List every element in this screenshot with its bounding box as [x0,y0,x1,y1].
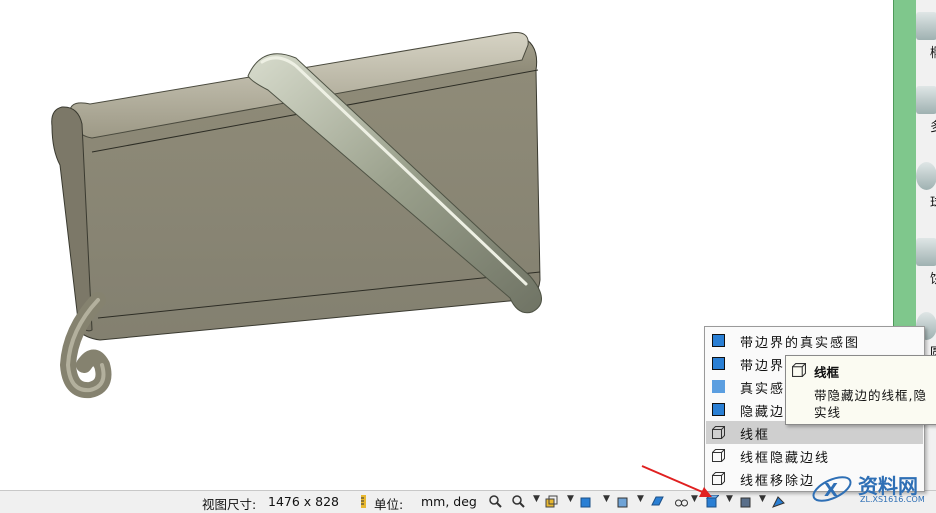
shaded-hidden-edges-icon [712,403,725,416]
watermark-logo-letter: X [824,480,838,501]
watermark-logo-icon: X [812,476,852,502]
menu-item-shaded-with-edges[interactable]: 带边界的真实感图 [706,329,923,352]
chevron-down-icon[interactable]: ▼ [567,494,574,504]
menu-item-label: 带边界的真实感图 [740,336,861,351]
section-view-icon[interactable] [616,495,629,508]
menu-item-label: 线框移除边 [740,474,816,489]
hide-show-icon[interactable] [740,495,753,508]
wireframe-icon [712,449,725,462]
wireframe-icon [712,472,725,485]
palette-item-label: 球 [930,192,936,211]
menu-item-label: 线框 [740,428,771,443]
palette-item-sphere[interactable]: 球 [908,162,936,211]
sphere-icon [916,162,936,190]
palette-item-label: 多棱 [930,116,936,135]
chevron-down-icon[interactable]: ▼ [691,494,698,504]
watermark: X 资料网 ZL.XS1616.COM [808,466,936,512]
zoom-fit-icon[interactable] [489,495,502,508]
edit-appearance-icon[interactable] [772,495,785,508]
polyhedron-icon [916,86,936,114]
wireframe-tooltip: 线框 带隐藏边的线框,隐 实线 [785,355,936,425]
ruler-icon [361,495,366,508]
glasses-icon[interactable] [675,495,688,508]
display-style-icon[interactable] [706,495,719,508]
tooltip-description-cont: 实线 [814,405,842,420]
palette-item-label: 饼状 [930,268,936,287]
tooltip-title: 线框 [814,365,840,380]
shaded-with-edges-icon [712,334,725,347]
ellipsoid-icon [916,12,936,40]
chevron-down-icon[interactable]: ▼ [759,494,766,504]
menu-item-label: 带边界 [740,359,786,374]
chevron-down-icon[interactable]: ▼ [603,494,610,504]
menu-item-wireframe-hidden[interactable]: 线框隐藏边线 [706,444,923,467]
chevron-down-icon[interactable]: ▼ [637,494,644,504]
wireframe-icon [712,426,725,439]
zoom-window-icon[interactable] [512,495,525,508]
palette-item-pie[interactable]: 饼状 [908,238,936,287]
standard-views-icon[interactable] [580,495,593,508]
view-orientation-icon[interactable] [545,495,558,508]
units-value: mm, deg [421,494,477,509]
watermark-url: ZL.XS1616.COM [860,495,925,504]
chevron-down-icon[interactable]: ▼ [726,494,733,504]
menu-item-label: 真实感 [740,382,786,397]
menu-item-label: 隐藏边 [740,405,786,420]
shaded-icon [712,380,725,393]
shaded-with-edges-icon [712,357,725,370]
menu-item-label: 线框隐藏边线 [740,451,831,466]
pie-icon [916,238,936,266]
status-bar: 视图尺寸: 1476 x 828 单位: mm, deg ▼ ▼ ▼ ▼ ▼ ▼… [0,490,936,513]
plane-view-icon[interactable] [651,495,664,508]
palette-item-label: 椭圆 [930,42,936,61]
chevron-down-icon[interactable]: ▼ [533,494,540,504]
view-size-value: 1476 x 828 [268,494,340,509]
palette-item-polyhedron[interactable]: 多棱 [908,86,936,135]
wireframe-icon [792,363,806,377]
view-size-label: 视图尺寸: [202,497,257,512]
palette-item-ellipsoid[interactable]: 椭圆 [908,12,936,61]
units-label: 单位: [374,497,404,512]
